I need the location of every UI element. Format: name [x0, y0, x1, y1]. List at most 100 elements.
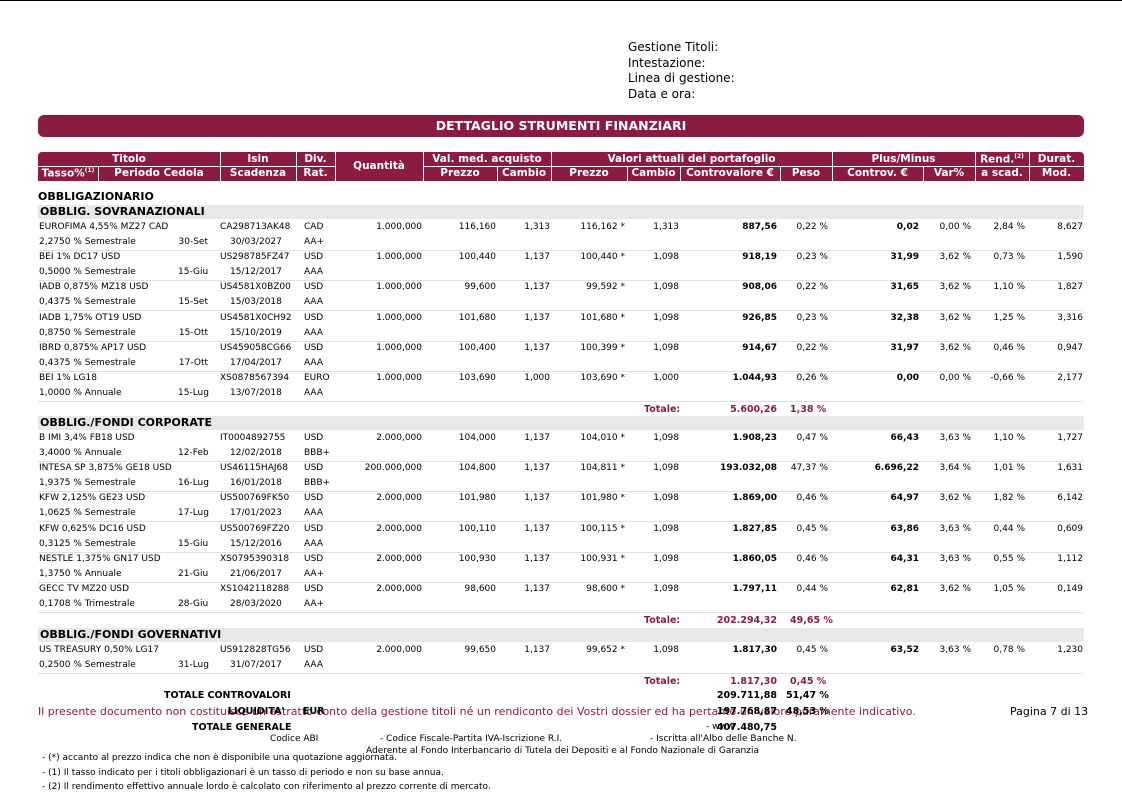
cell-scadenza: 15/03/2018	[230, 297, 282, 308]
cell-qta: 1.000,000	[376, 282, 422, 293]
cell-scadenza: 28/03/2020	[230, 599, 282, 609]
cell-rat: AA+	[304, 599, 325, 609]
cell-pm: 99,600	[464, 282, 497, 293]
header-tasso-note: (1)	[84, 167, 95, 174]
cell-ctv: 914,67	[742, 342, 777, 353]
info-gestione: Gestione Titoli:	[628, 40, 719, 54]
group-title: OBBLIG. SOVRANAZIONALI	[40, 205, 205, 218]
cell-pl: 63,86	[890, 523, 919, 534]
totale-controvalori-value: 209.711,88	[716, 690, 777, 701]
cell-pm: 100,930	[458, 553, 496, 564]
cell-peso: 0,47 %	[796, 433, 828, 443]
footer-fondo: Aderente al Fondo Interbancario di Tutel…	[366, 746, 759, 756]
header-isin: Isin	[247, 153, 269, 165]
cell-var: 3,62 %	[939, 282, 971, 293]
cell-tasso: 0,3125 % Semestrale	[39, 538, 136, 549]
cell-cm: 1,137	[524, 463, 550, 474]
cell-scadenza: 12/02/2018	[230, 448, 282, 458]
cell-pl: 6.696,22	[874, 463, 919, 474]
cell-pa: 100,399 *	[580, 342, 625, 353]
group-total-peso: 49,65 %	[790, 615, 833, 627]
cell-ctv: 1.797,11	[732, 584, 777, 594]
footer-www: - www	[706, 722, 735, 732]
cell-div: USD	[304, 282, 324, 293]
cell-tasso: 1,9375 % Semestrale	[39, 478, 136, 489]
info-data: Data e ora:	[628, 86, 696, 101]
cell-peso: 0,23 %	[796, 252, 828, 263]
cell-cm: 1,137	[524, 493, 550, 504]
header-tasso-label: Tasso%	[41, 167, 85, 180]
cell-qta: 1.000,000	[376, 312, 422, 323]
cell-rend: 0,44 %	[993, 523, 1025, 534]
cell-tasso: 0,2500 % Semestrale	[39, 660, 136, 670]
group-total-label: Totale:	[644, 615, 681, 627]
cell-ctv: 1.869,00	[732, 493, 777, 504]
cell-titolo: KFW 0,625% DC16 USD	[39, 523, 146, 534]
cell-qta: 2.000,000	[376, 433, 422, 443]
cell-rend: 1,10 %	[993, 282, 1025, 293]
disclaimer: Il presente documento non costituisce un…	[38, 705, 916, 718]
cell-var: 3,63 %	[939, 523, 971, 534]
cell-rat: AAA	[304, 660, 323, 670]
header-controv: Controv. €	[847, 167, 908, 179]
header-periodo: Periodo Cedola	[114, 167, 204, 179]
cell-peso: 0,22 %	[796, 282, 828, 293]
cell-div: USD	[304, 312, 324, 323]
cell-ca: 1,098	[653, 493, 679, 504]
table-row: BEI 1% LG18 1,0000 % Annuale 15-Lug XS08785…	[38, 372, 1084, 402]
table-row: EUROFIMA 4,55% MZ27 CAD 2,2750 % Semestra…	[38, 221, 1084, 251]
header-tasso: Tasso%(1)	[38, 167, 98, 180]
cell-ca: 1,098	[653, 252, 679, 263]
group-total-label: Totale:	[644, 676, 681, 688]
table-row: US TREASURY 0,50% LG17 0,2500 % Semestral…	[38, 644, 1084, 674]
cell-pm: 116,160	[458, 222, 496, 232]
cell-rat: AAA	[304, 327, 323, 338]
cell-pm: 103,690	[458, 373, 496, 383]
cell-cm: 1,137	[524, 584, 550, 594]
header-var: Var%	[933, 167, 965, 179]
cell-pl: 31,97	[890, 342, 919, 353]
cell-data-cedola: 30-Set	[178, 237, 208, 247]
cell-pl: 62,81	[890, 584, 919, 594]
cell-pm: 100,110	[458, 523, 496, 534]
cell-peso: 0,44 %	[796, 584, 828, 594]
cell-cm: 1,137	[524, 312, 550, 323]
info-intestazione: Intestazione:	[628, 55, 706, 70]
cell-scadenza: 15/12/2016	[230, 538, 282, 549]
cell-data-cedola: 15-Ott	[178, 327, 208, 338]
table-row: INTESA SP 3,875% GE18 USD 1,9375 % Semest…	[38, 462, 1084, 493]
cell-data-cedola: 17-Lug	[178, 508, 209, 519]
cell-qta: 1.000,000	[376, 373, 422, 383]
cell-qta: 2.000,000	[376, 553, 422, 564]
cell-peso: 0,45 %	[796, 523, 828, 534]
cell-pl: 63,52	[890, 645, 919, 655]
cell-pa: 101,980 *	[580, 493, 625, 504]
cell-var: 3,63 %	[939, 553, 971, 564]
header-prezzo-att: Prezzo	[569, 167, 609, 179]
row-separator	[38, 612, 1084, 613]
header-plusminus: Plus/Minus	[871, 153, 936, 165]
cell-titolo: B IMI 3,4% FB18 USD	[39, 433, 135, 443]
header-valmed: Val. med. acquisto	[432, 153, 542, 165]
cell-dur: 1,112	[1057, 553, 1083, 564]
cell-tasso: 1,0000 % Annuale	[39, 388, 122, 398]
cell-ca: 1,000	[653, 373, 679, 383]
cell-tasso: 0,1708 % Trimestrale	[39, 599, 135, 609]
header-titolo: Titolo	[112, 153, 146, 165]
cell-var: 3,62 %	[939, 493, 971, 504]
cell-div: USD	[304, 342, 324, 353]
cell-rat: AAA	[304, 388, 323, 398]
header-cambio-acq: Cambio	[501, 167, 547, 179]
cell-rat: AAA	[304, 508, 323, 519]
cell-dur: 1,590	[1057, 252, 1083, 263]
cell-data-cedola: 21-Giu	[178, 568, 209, 579]
cell-isin: US4581X0BZ00	[220, 282, 291, 293]
document-info: Gestione Titoli: Intestazione: Linea di …	[628, 40, 735, 102]
cell-ca: 1,098	[653, 553, 679, 564]
group-title: OBBLIG./FONDI CORPORATE	[40, 416, 213, 429]
cell-rat: BBB+	[304, 478, 331, 489]
cell-ctv: 926,85	[742, 312, 777, 323]
cell-data-cedola: 31-Lug	[178, 660, 209, 670]
cell-pm: 104,800	[458, 463, 496, 474]
footnote-asterisk: - (*) accanto al prezzo indica che non è…	[42, 753, 398, 763]
